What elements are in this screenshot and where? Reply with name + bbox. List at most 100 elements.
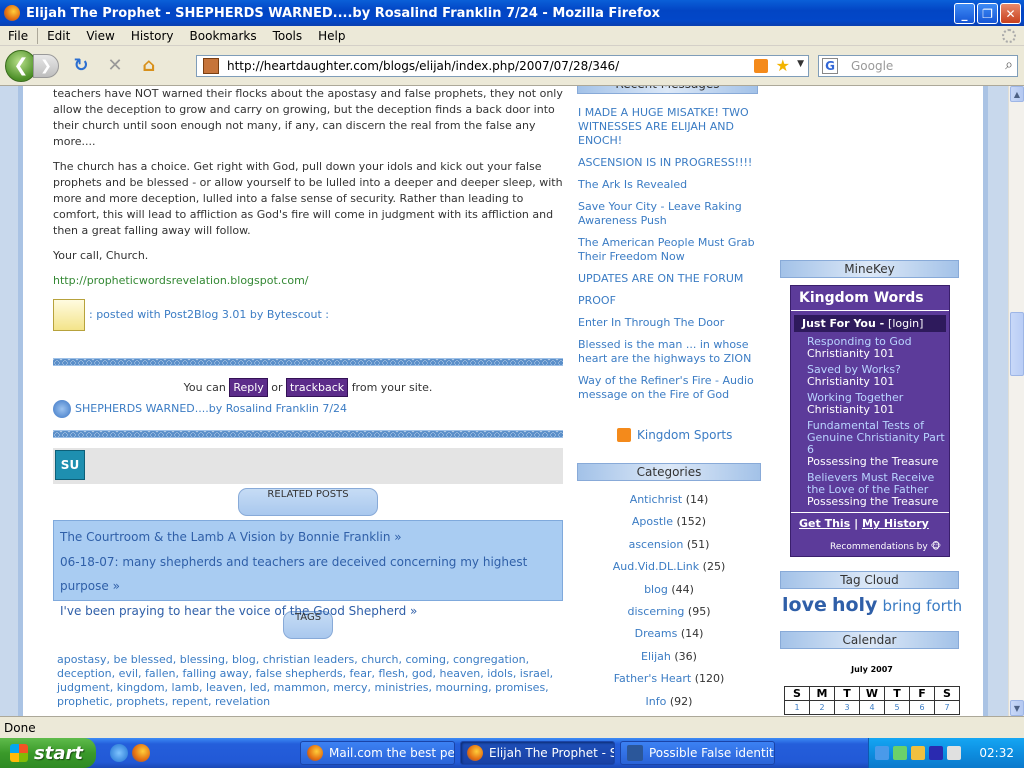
calendar-date[interactable]: 4 xyxy=(859,700,885,715)
taskbar-item-elijah[interactable]: Elijah The Prophet - S... xyxy=(460,741,615,765)
url-dropdown-icon[interactable]: ▼ xyxy=(797,59,804,69)
recent-message-link[interactable]: Save Your City - Leave Raking Awareness … xyxy=(578,200,758,228)
category-item[interactable]: discerning (95) xyxy=(577,601,761,623)
stumbleupon-icon[interactable]: SU xyxy=(55,450,85,480)
tag-love[interactable]: love xyxy=(782,594,827,616)
menu-history[interactable]: History xyxy=(123,29,182,43)
category-item[interactable]: Apostle (152) xyxy=(577,511,761,533)
related-post-link[interactable]: I've been praying to hear the voice of t… xyxy=(60,604,406,618)
external-blog-link[interactable]: http://propheticwordsrevelation.blogspot… xyxy=(53,274,309,287)
scroll-down-icon[interactable]: ▼ xyxy=(1010,700,1024,716)
social-bar: SU xyxy=(53,448,563,484)
recent-message-link[interactable]: The American People Must Grab Their Free… xyxy=(578,236,758,264)
category-item[interactable]: Info (92) xyxy=(577,691,761,713)
category-item[interactable]: Dreams (14) xyxy=(577,623,761,645)
home-icon[interactable]: ⌂ xyxy=(137,54,161,78)
chevron-right-icon: » xyxy=(390,530,402,544)
recent-message-link[interactable]: Way of the Refiner's Fire - Audio messag… xyxy=(578,374,758,402)
related-post-link[interactable]: 06-18-07: many shepherds and teachers ar… xyxy=(60,555,527,594)
menu-bar: File Edit View History Bookmarks Tools H… xyxy=(0,26,1024,46)
menu-file[interactable]: File xyxy=(0,29,36,43)
vertical-scrollbar[interactable]: ▲ ▼ xyxy=(1008,86,1024,716)
search-icon[interactable]: ⌕ xyxy=(1005,57,1013,73)
calendar-date[interactable]: 7 xyxy=(934,700,960,715)
calendar-day-header: T xyxy=(834,686,860,701)
recent-message-link[interactable]: I MADE A HUGE MISATKE! TWO WITNESSES ARE… xyxy=(578,106,758,148)
tags-list[interactable]: apostasy, be blessed, blessing, blog, ch… xyxy=(57,653,563,709)
category-item[interactable]: blog (44) xyxy=(577,579,761,601)
pipe-separator: | xyxy=(854,517,859,530)
url-bar[interactable]: http://heartdaughter.com/blogs/elijah/in… xyxy=(196,55,809,77)
post2blog-link[interactable]: : posted with Post2Blog 3.01 by Bytescou… xyxy=(89,307,329,323)
recent-message-link[interactable]: The Ark Is Revealed xyxy=(578,178,758,192)
taskbar-item-word[interactable]: Possible False identiti... xyxy=(620,741,775,765)
from-site-text: from your site. xyxy=(351,381,433,394)
rss-feed-icon[interactable] xyxy=(754,59,768,73)
recent-message-link[interactable]: PROOF xyxy=(578,294,758,308)
minimize-button[interactable]: _ xyxy=(954,3,975,24)
window-titlebar: Elijah The Prophet - SHEPHERDS WARNED...… xyxy=(0,0,1024,26)
start-label: start xyxy=(34,742,83,764)
calendar-date[interactable]: 6 xyxy=(909,700,935,715)
category-item[interactable]: Elijah (36) xyxy=(577,646,761,668)
calendar-date[interactable]: 1 xyxy=(784,700,810,715)
calendar-day-header: F xyxy=(909,686,935,701)
tray-icon[interactable] xyxy=(893,746,907,760)
category-item[interactable]: Antichrist (14) xyxy=(577,489,761,511)
post2blog-icon xyxy=(53,299,85,331)
recent-message-link[interactable]: Enter In Through The Door xyxy=(578,316,758,330)
kw-entry[interactable]: Fundamental Tests of Genuine Christianit… xyxy=(807,420,946,468)
get-this-link[interactable]: Get This xyxy=(799,517,850,530)
recent-message-link[interactable]: ASCENSION IS IN PROGRESS!!!! xyxy=(578,156,758,170)
calendar-date[interactable]: 3 xyxy=(834,700,860,715)
tag-bring-forth[interactable]: bring forth xyxy=(883,597,963,615)
throbber-icon xyxy=(1002,29,1016,43)
volume-icon[interactable] xyxy=(947,746,961,760)
kw-entry[interactable]: Responding to God Christianity 101 xyxy=(807,336,946,360)
forward-button[interactable]: ❯ xyxy=(33,53,59,78)
stop-icon[interactable]: ✕ xyxy=(103,54,127,78)
maximize-button[interactable]: ❐ xyxy=(977,3,998,24)
menu-view[interactable]: View xyxy=(78,29,122,43)
login-link[interactable]: [login] xyxy=(888,317,923,330)
kw-entry[interactable]: Working Together Christianity 101 xyxy=(807,392,946,416)
calendar-date[interactable]: 2 xyxy=(809,700,835,715)
google-engine-icon[interactable]: G xyxy=(822,58,838,74)
category-item[interactable]: Aud.Vid.DL.Link (25) xyxy=(577,556,761,578)
menu-tools[interactable]: Tools xyxy=(265,29,311,43)
related-posts-box: The Courtroom & the Lamb A Vision by Bon… xyxy=(53,520,563,618)
close-button[interactable]: ✕ xyxy=(1000,3,1021,24)
search-bar[interactable]: G Google ⌕ xyxy=(818,55,1018,77)
recent-message-link[interactable]: Blessed is the man ... in whose heart ar… xyxy=(578,338,758,366)
tray-icon[interactable] xyxy=(929,746,943,760)
menu-bookmarks[interactable]: Bookmarks xyxy=(182,29,265,43)
scroll-up-icon[interactable]: ▲ xyxy=(1010,86,1024,102)
bookmark-star-icon[interactable]: ★ xyxy=(776,56,790,75)
tray-icon[interactable] xyxy=(911,746,925,760)
kw-entry[interactable]: Believers Must Receive the Love of the F… xyxy=(807,472,946,508)
related-post-link[interactable]: The Courtroom & the Lamb A Vision by Bon… xyxy=(60,530,390,544)
reply-button[interactable]: Reply xyxy=(229,378,268,397)
menu-help[interactable]: Help xyxy=(310,29,353,43)
menu-edit[interactable]: Edit xyxy=(39,29,78,43)
kw-entry[interactable]: Saved by Works? Christianity 101 xyxy=(807,364,946,388)
taskbar-item-mail[interactable]: Mail.com the best per... xyxy=(300,741,455,765)
start-button[interactable]: start xyxy=(0,738,96,768)
calendar-date[interactable]: 5 xyxy=(884,700,910,715)
reload-icon[interactable]: ↻ xyxy=(69,54,93,78)
minekey-heading: MineKey xyxy=(780,260,959,278)
tag-holy[interactable]: holy xyxy=(832,594,877,616)
firefox-quicklaunch-icon[interactable] xyxy=(132,744,150,762)
post-title-link[interactable]: SHEPHERDS WARNED....by Rosalind Franklin… xyxy=(75,401,347,417)
my-history-link[interactable]: My History xyxy=(862,517,929,530)
kingdom-sports-link[interactable]: Kingdom Sports xyxy=(637,428,732,442)
internet-explorer-icon[interactable] xyxy=(110,744,128,762)
recent-message-link[interactable]: UPDATES ARE ON THE FORUM xyxy=(578,272,758,286)
category-item[interactable]: ascension (51) xyxy=(577,534,761,556)
trackback-button[interactable]: trackback xyxy=(286,378,349,397)
firefox-icon xyxy=(467,745,483,761)
category-item[interactable]: Father's Heart (120) xyxy=(577,668,761,690)
tray-icon[interactable] xyxy=(875,746,889,760)
calendar-day-header: T xyxy=(884,686,910,701)
scroll-thumb[interactable] xyxy=(1010,312,1024,376)
